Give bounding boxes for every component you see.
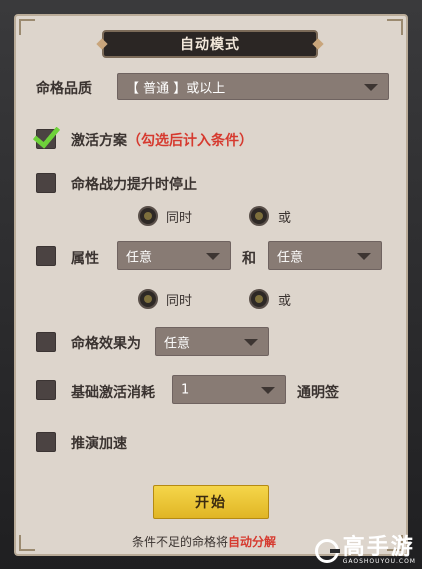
cost-checkbox[interactable] (36, 380, 56, 400)
footer-note: 条件不足的命格将自动分解 (132, 533, 276, 550)
speedup-label: 推演加速 (71, 436, 127, 452)
activate-plan-checkbox[interactable] (32, 120, 61, 149)
power-stop-label: 命格战力提升时停止 (71, 177, 197, 193)
footer-highlight: 自动分解 (228, 535, 277, 549)
radio-or-1[interactable] (249, 206, 269, 226)
power-stop-checkbox[interactable] (36, 173, 56, 193)
footer-prefix: 条件不足的命格将 (132, 535, 229, 549)
radio-simultaneous-2-label: 同时 (166, 294, 193, 309)
watermark-text: 高手游 GAOSHOUYOU.COM (343, 537, 416, 565)
speedup-checkbox[interactable] (36, 432, 56, 452)
chevron-down-icon (261, 386, 275, 394)
corner-ornament (19, 535, 35, 551)
chevron-down-icon (357, 252, 371, 260)
radio-simultaneous-1[interactable] (138, 206, 158, 226)
quality-dropdown[interactable]: 【 普通 】或以上 (117, 73, 389, 100)
dialog-title: 自动模式 (180, 37, 240, 53)
quality-label: 命格品质 (36, 81, 92, 97)
attribute-joiner: 和 (242, 251, 256, 267)
site-watermark: 高手游 GAOSHOUYOU.COM (314, 537, 416, 565)
radio-simultaneous-2[interactable] (138, 289, 158, 309)
attribute-value-2: 任意 (277, 250, 304, 265)
watermark-sub: GAOSHOUYOU.COM (342, 558, 416, 565)
effect-label: 命格效果为 (71, 336, 141, 352)
radio-simultaneous-1-label: 同时 (166, 211, 193, 226)
radio-dot (255, 295, 263, 303)
start-button[interactable]: 开始 (153, 485, 269, 519)
radio-dot (255, 212, 263, 220)
attribute-dropdown-2[interactable]: 任意 (268, 241, 382, 270)
chevron-down-icon (244, 338, 258, 346)
cost-unit: 通明签 (297, 385, 339, 401)
chevron-down-icon (364, 83, 378, 91)
radio-or-1-label: 或 (278, 211, 292, 226)
cost-dropdown[interactable]: 1 (172, 375, 286, 404)
attribute-label: 属性 (71, 251, 99, 267)
watermark-main: 高手游 (342, 535, 415, 560)
cost-label: 基础激活消耗 (71, 385, 155, 401)
effect-value: 任意 (164, 336, 191, 351)
title-banner: 自动模式 (102, 30, 318, 58)
site-logo-icon (314, 539, 340, 563)
corner-ornament (387, 19, 403, 35)
quality-value: 【 普通 】或以上 (126, 81, 226, 96)
activate-plan-hint: （勾选后计入条件） (127, 133, 253, 149)
radio-or-2-label: 或 (278, 294, 292, 309)
corner-ornament (19, 19, 35, 35)
radio-or-2[interactable] (249, 289, 269, 309)
radio-dot (144, 295, 152, 303)
chevron-down-icon (206, 252, 220, 260)
attribute-dropdown-1[interactable]: 任意 (117, 241, 231, 270)
effect-checkbox[interactable] (36, 332, 56, 352)
attribute-checkbox[interactable] (36, 246, 56, 266)
activate-plan-text: 激活方案 (71, 133, 127, 149)
activate-plan-label: 激活方案（勾选后计入条件） (71, 130, 253, 150)
effect-dropdown[interactable]: 任意 (155, 327, 269, 356)
attribute-value-1: 任意 (126, 250, 153, 265)
radio-dot (144, 212, 152, 220)
cost-value: 1 (181, 382, 190, 397)
